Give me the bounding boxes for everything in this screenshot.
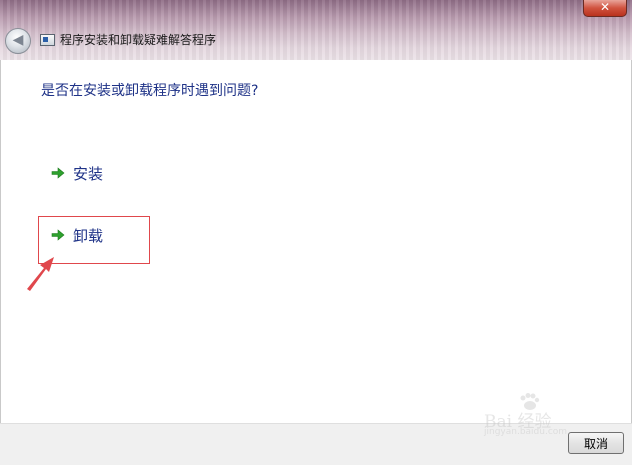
back-button[interactable]: ◀ [5,28,31,54]
annotation-arrow-icon [27,257,54,291]
close-icon: ✕ [599,0,611,14]
title-bar: ✕ ◀ 程序安装和卸载疑难解答程序 [0,0,632,60]
cancel-button[interactable]: 取消 [568,432,624,454]
option-install[interactable]: 安装 [51,162,103,184]
troubleshooter-window: ✕ ◀ 程序安装和卸载疑难解答程序 是否在安装或卸载程序时遇到问题? 安装 卸载 [0,0,632,465]
page-heading: 是否在安装或卸载程序时遇到问题? [41,83,259,99]
window-title: 程序安装和卸载疑难解答程序 [60,33,217,47]
troubleshooter-app-icon [40,34,55,46]
green-arrow-icon [51,167,65,179]
close-button[interactable]: ✕ [583,0,627,17]
footer-bar [0,423,632,465]
back-arrow-icon: ◀ [12,32,24,48]
option-install-label: 安装 [73,164,104,183]
